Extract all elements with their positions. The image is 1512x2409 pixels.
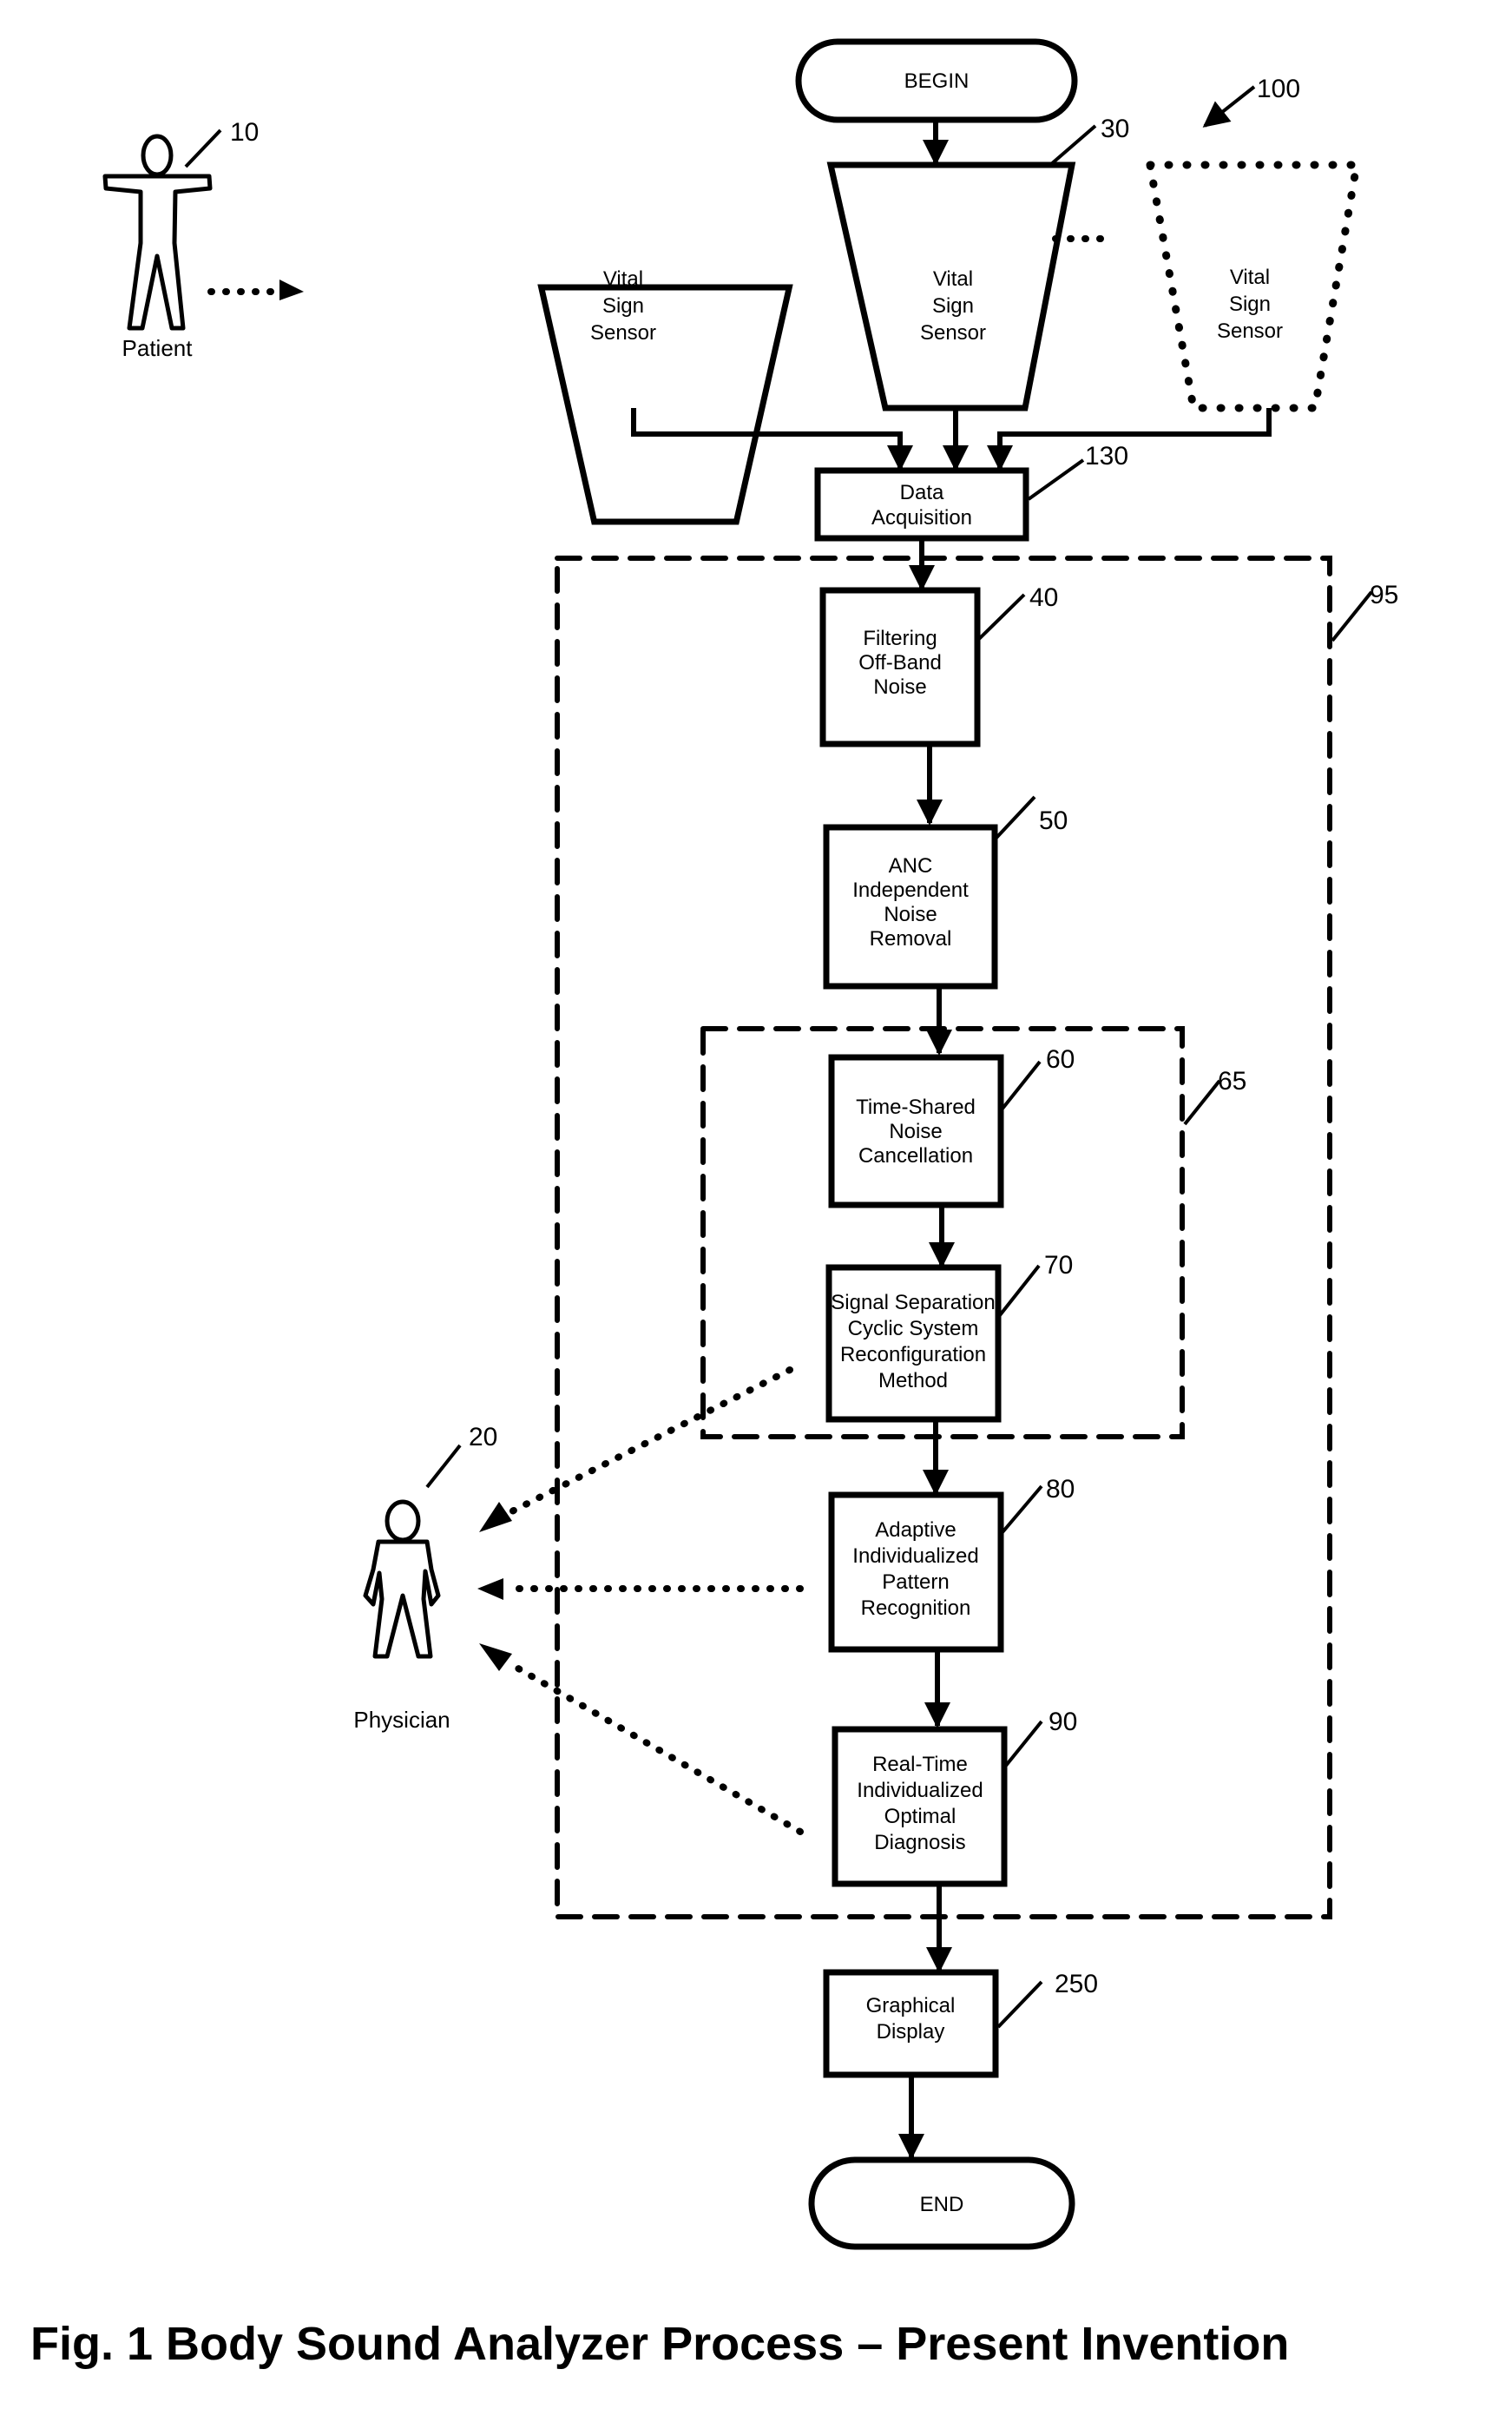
svg-text:Sign: Sign: [932, 294, 974, 318]
diagnosis-step: Real-Time Individualized Optimal Diagnos…: [832, 1726, 1008, 1887]
ref-100: 100: [1257, 75, 1300, 103]
svg-text:Recognition: Recognition: [861, 1596, 971, 1620]
svg-text:Optimal: Optimal: [884, 1805, 957, 1828]
svg-text:Filtering: Filtering: [863, 627, 937, 650]
svg-text:Individualized: Individualized: [852, 1544, 978, 1568]
svg-text:Sensor: Sensor: [590, 321, 656, 345]
ref-30-pointer: [1049, 124, 1097, 167]
ref-20: 20: [469, 1423, 497, 1451]
ref-50-pointer: [995, 795, 1036, 839]
end-terminator: END: [808, 2156, 1075, 2250]
graphical-display-step: Graphical Display: [823, 1969, 999, 2078]
svg-text:Signal Separation: Signal Separation: [831, 1291, 995, 1314]
svg-text:Acquisition: Acquisition: [871, 506, 972, 530]
svg-text:Sign: Sign: [602, 294, 644, 318]
ref-60: 60: [1046, 1045, 1075, 1074]
ref-20-pointer: [425, 1444, 462, 1489]
pattern-recognition-step: Adaptive Individualized Pattern Recognit…: [828, 1491, 1004, 1653]
arrow-sensor3-to-daq: [987, 408, 1272, 471]
svg-text:Adaptive: Adaptive: [875, 1518, 956, 1542]
svg-text:Sign: Sign: [1229, 293, 1271, 316]
svg-text:Pattern: Pattern: [882, 1570, 949, 1594]
svg-text:Noise: Noise: [884, 903, 937, 926]
data-acquisition-step: Data Acquisition: [814, 467, 1029, 542]
ref-90: 90: [1049, 1708, 1077, 1736]
patient-label: Patient: [122, 335, 194, 361]
signal-separation-step: Signal Separation Cyclic System Reconfig…: [825, 1264, 1002, 1423]
svg-text:Independent: Independent: [852, 879, 969, 902]
svg-text:Data: Data: [900, 481, 944, 504]
svg-text:Off-Band: Off-Band: [858, 651, 942, 675]
ref-250: 250: [1055, 1970, 1098, 1998]
svg-text:Noise: Noise: [873, 675, 926, 699]
ref-40-pointer: [977, 593, 1026, 641]
ref-10-pointer: [184, 128, 222, 168]
ref-80: 80: [1046, 1475, 1075, 1504]
time-shared-step: Time-Shared Noise Cancellation: [828, 1054, 1004, 1208]
svg-text:Time-Shared: Time-Shared: [856, 1096, 976, 1119]
separation-to-physician-arrow: [502, 1366, 793, 1518]
svg-text:Cyclic System: Cyclic System: [848, 1317, 979, 1340]
filtering-step: Filtering Off-Band Noise: [819, 587, 981, 747]
svg-text:Sensor: Sensor: [1217, 319, 1283, 343]
sensor-2: Vital Sign Sensor: [826, 161, 1076, 411]
svg-text:Vital: Vital: [603, 267, 643, 291]
ref-130-pointer: [1027, 458, 1085, 501]
svg-text:ANC: ANC: [889, 854, 933, 878]
diagnosis-to-physician-arrow: [504, 1659, 804, 1835]
ref-95: 95: [1370, 581, 1398, 609]
physician-icon: [363, 1499, 441, 1659]
sensor-1: [537, 284, 793, 525]
svg-text:Sensor: Sensor: [920, 321, 986, 345]
svg-text:Individualized: Individualized: [857, 1779, 983, 1802]
svg-text:Removal: Removal: [870, 927, 952, 951]
ref-65: 65: [1218, 1067, 1246, 1096]
arrowhead-3: [479, 1643, 512, 1671]
svg-text:Noise: Noise: [889, 1120, 942, 1143]
svg-text:Cancellation: Cancellation: [858, 1144, 973, 1168]
ref-40: 40: [1029, 583, 1058, 612]
svg-text:Real-Time: Real-Time: [872, 1753, 968, 1776]
ref-90-pointer: [1003, 1720, 1043, 1768]
patient-icon: [102, 134, 213, 331]
ref-10: 10: [230, 118, 259, 147]
ref-30: 30: [1101, 115, 1129, 143]
svg-text:Reconfiguration: Reconfiguration: [840, 1343, 986, 1366]
begin-terminator: BEGIN: [795, 38, 1078, 123]
ref-95-pointer: [1331, 590, 1373, 642]
patient-arrowhead: [279, 280, 304, 300]
ref-100-pointer: [1202, 85, 1256, 128]
ref-65-pointer: [1183, 1079, 1221, 1126]
anc-step: ANC Independent Noise Removal: [823, 824, 998, 990]
svg-text:Vital: Vital: [1230, 266, 1270, 289]
ref-80-pointer: [1001, 1484, 1043, 1534]
svg-text:Method: Method: [878, 1369, 948, 1392]
figure-caption: Fig. 1 Body Sound Analyzer Process – Pre…: [30, 2318, 1289, 2370]
ref-50: 50: [1039, 806, 1068, 835]
svg-text:Display: Display: [877, 2020, 945, 2044]
ref-250-pointer: [996, 1980, 1043, 2029]
ref-60-pointer: [1001, 1060, 1042, 1110]
ref-70: 70: [1044, 1251, 1073, 1280]
ref-130: 130: [1085, 442, 1128, 471]
svg-text:Graphical: Graphical: [866, 1994, 956, 2017]
arrowhead-2: [477, 1578, 503, 1600]
flowchart: BEGIN 100 10 Patient Vital Sign Sensor V…: [30, 38, 1398, 2370]
begin-label: BEGIN: [904, 69, 970, 93]
end-label: END: [920, 2193, 964, 2216]
physician-label: Physician: [353, 1707, 450, 1733]
svg-text:Diagnosis: Diagnosis: [874, 1831, 965, 1854]
svg-text:Vital: Vital: [933, 267, 973, 291]
arrowhead-1: [479, 1502, 512, 1532]
sensor-3-optional: Vital Sign Sensor: [1145, 161, 1362, 412]
ref-70-pointer: [998, 1264, 1041, 1317]
